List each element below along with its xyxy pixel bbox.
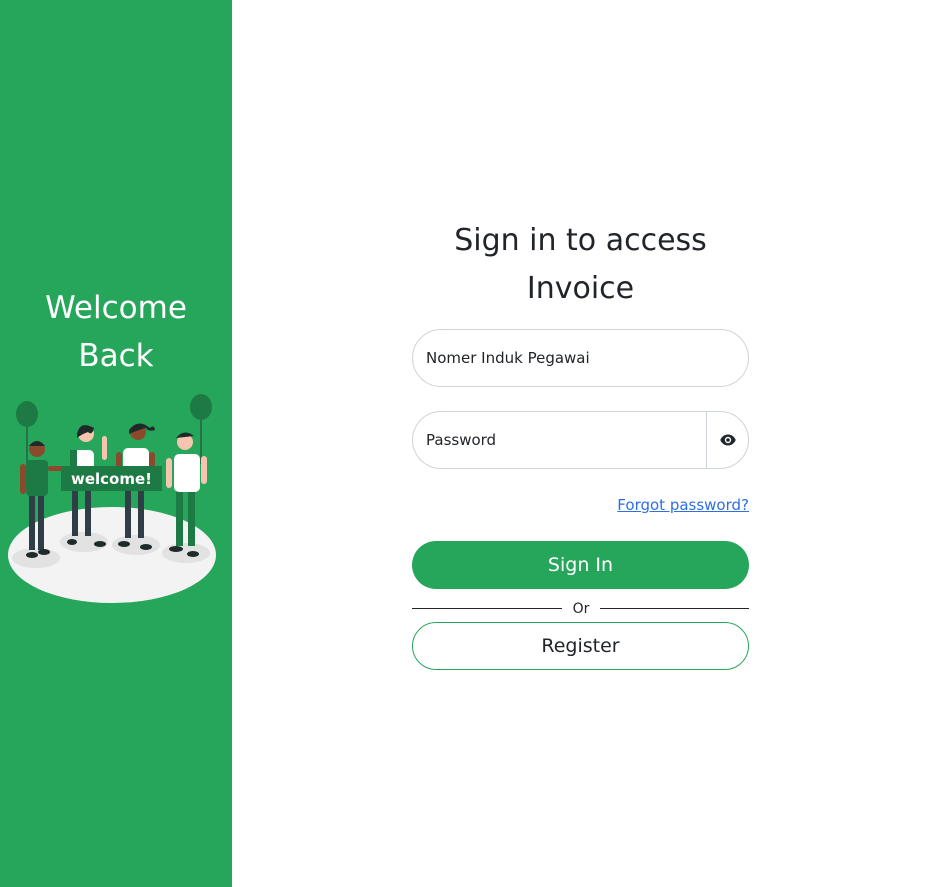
register-button[interactable]: Register [412, 622, 749, 670]
banner-text: welcome! [71, 470, 152, 488]
divider-line-right [600, 608, 749, 609]
main-panel: Sign in to access Invoice Forgot passwor… [232, 0, 929, 887]
password-toggle-button[interactable] [706, 412, 748, 468]
password-input[interactable] [413, 412, 693, 468]
nip-input[interactable] [413, 330, 693, 386]
sign-in-button[interactable]: Sign In [412, 541, 749, 589]
sidebar: Welcome Back welcome! [0, 0, 232, 887]
password-field[interactable] [412, 411, 749, 469]
forgot-password-link[interactable]: Forgot password? [617, 496, 749, 514]
or-text: Or [572, 601, 590, 617]
login-form: Sign in to access Invoice Forgot passwor… [412, 217, 749, 670]
form-title: Sign in to access Invoice [454, 223, 707, 306]
eye-icon [719, 434, 736, 446]
welcome-people-illustration: welcome! [8, 394, 216, 603]
welcome-title: Welcome Back [45, 290, 187, 374]
nip-field[interactable] [412, 329, 749, 387]
or-divider: Or [412, 599, 749, 619]
divider-line-left [412, 608, 562, 609]
